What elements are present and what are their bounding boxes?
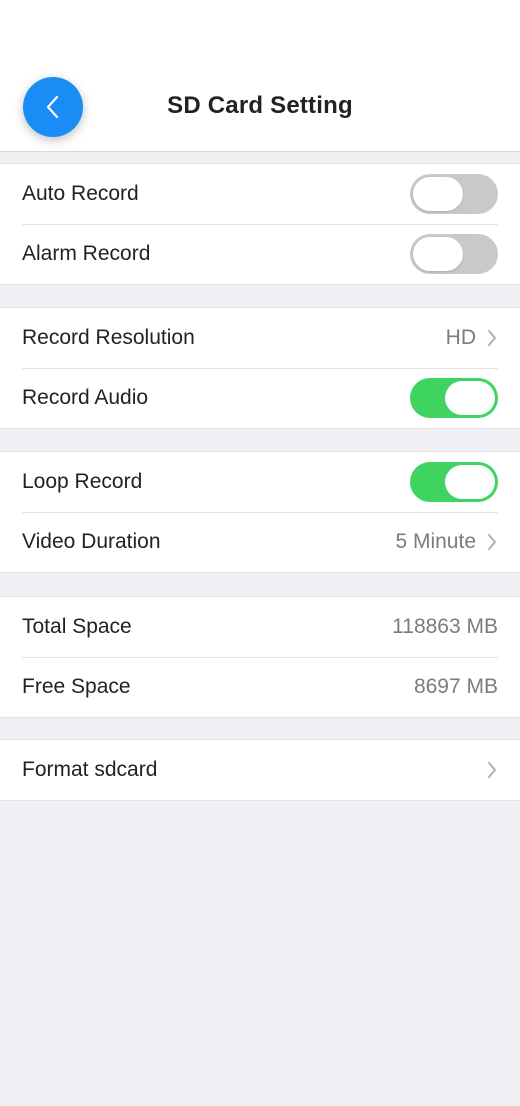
record-audio-row: Record Audio — [0, 368, 520, 428]
loop-record-group: Loop Record Video Duration 5 Minute — [0, 451, 520, 573]
chevron-right-icon — [486, 329, 498, 347]
recording-mode-group: Auto Record Alarm Record — [0, 163, 520, 285]
format-sdcard-label: Format sdcard — [22, 758, 158, 781]
alarm-record-label: Alarm Record — [22, 242, 151, 265]
toggle-knob — [445, 381, 495, 415]
record-resolution-row[interactable]: Record Resolution HD — [0, 308, 520, 368]
sd-card-setting-screen: SD Card Setting Auto Record Alarm Record… — [0, 0, 520, 1106]
toggle-knob — [413, 177, 463, 211]
record-quality-group: Record Resolution HD Record Audio — [0, 307, 520, 429]
auto-record-toggle[interactable] — [410, 174, 498, 214]
alarm-record-toggle[interactable] — [410, 234, 498, 274]
video-duration-value: 5 Minute — [395, 530, 476, 553]
record-resolution-value: HD — [445, 326, 476, 349]
chevron-right-icon — [486, 533, 498, 551]
free-space-row: Free Space 8697 MB — [0, 657, 520, 717]
record-audio-toggle[interactable] — [410, 378, 498, 418]
free-space-value: 8697 MB — [413, 675, 498, 698]
storage-info-group: Total Space 118863 MB Free Space 8697 MB — [0, 596, 520, 718]
total-space-value: 118863 MB — [392, 615, 498, 638]
format-group: Format sdcard — [0, 739, 520, 801]
format-sdcard-row[interactable]: Format sdcard — [0, 740, 520, 800]
video-duration-label: Video Duration — [22, 530, 161, 553]
loop-record-toggle[interactable] — [410, 462, 498, 502]
toggle-knob — [413, 237, 463, 271]
total-space-label: Total Space — [22, 615, 132, 638]
auto-record-label: Auto Record — [22, 182, 139, 205]
chevron-right-icon — [486, 761, 498, 779]
alarm-record-row: Alarm Record — [0, 224, 520, 284]
loop-record-label: Loop Record — [22, 470, 143, 493]
record-resolution-label: Record Resolution — [22, 326, 195, 349]
nav-header: SD Card Setting — [0, 0, 520, 152]
page-title: SD Card Setting — [167, 92, 353, 119]
total-space-row: Total Space 118863 MB — [0, 597, 520, 657]
video-duration-row[interactable]: Video Duration 5 Minute — [0, 512, 520, 572]
record-audio-label: Record Audio — [22, 386, 149, 409]
loop-record-row: Loop Record — [0, 452, 520, 512]
toggle-knob — [445, 465, 495, 499]
auto-record-row: Auto Record — [0, 164, 520, 224]
free-space-label: Free Space — [22, 675, 131, 698]
